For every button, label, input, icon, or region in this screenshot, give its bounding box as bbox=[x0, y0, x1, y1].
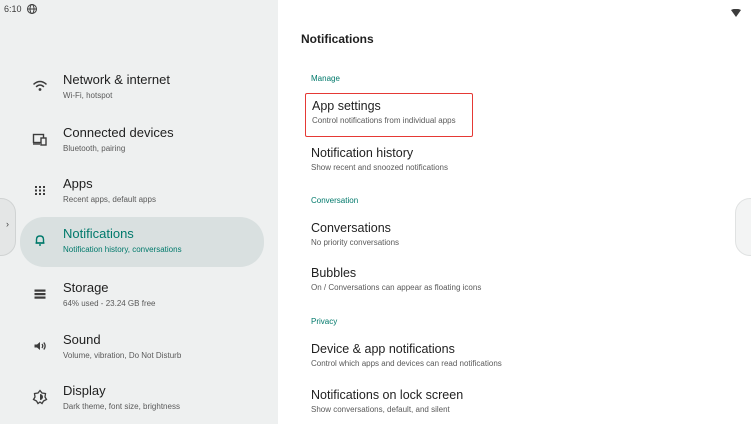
sidebar-item-storage[interactable]: Storage 64% used - 23.24 GB free bbox=[20, 271, 264, 321]
speaker-icon bbox=[32, 338, 48, 354]
sidebar-item-sublabel: Wi-Fi, hotspot bbox=[63, 91, 113, 100]
status-bar: 6:10 bbox=[0, 0, 751, 20]
row-subtitle: Control which apps and devices can read … bbox=[311, 359, 502, 368]
main-content: Notifications Manage App settings Contro… bbox=[278, 0, 751, 424]
right-edge-handle[interactable] bbox=[735, 198, 751, 256]
row-title: App settings bbox=[312, 99, 381, 113]
wifi-icon bbox=[32, 78, 48, 94]
row-subtitle: No priority conversations bbox=[311, 238, 400, 247]
settings-screen: Network & internet Wi-Fi, hotspot Connec… bbox=[0, 0, 751, 424]
section-header-privacy: Privacy bbox=[311, 317, 338, 326]
sidebar-item-sublabel: Bluetooth, pairing bbox=[63, 144, 126, 153]
apps-grid-icon bbox=[32, 182, 48, 198]
display-brightness-icon bbox=[32, 389, 48, 405]
sidebar-item-network[interactable]: Network & internet Wi-Fi, hotspot bbox=[20, 63, 264, 113]
sidebar-item-apps[interactable]: Apps Recent apps, default apps bbox=[20, 167, 264, 217]
sidebar-item-sublabel: Notification history, conversations bbox=[63, 245, 182, 254]
sidebar-item-label: Apps bbox=[63, 176, 93, 191]
notification-history-row[interactable]: Notification history Show recent and sno… bbox=[305, 141, 685, 181]
row-title: Bubbles bbox=[311, 266, 357, 280]
row-subtitle: Control notifications from individual ap… bbox=[312, 116, 456, 125]
section-header-conversation: Conversation bbox=[311, 196, 359, 205]
row-title: Conversations bbox=[311, 221, 391, 235]
left-edge-handle[interactable]: › bbox=[0, 198, 16, 256]
row-title: Notifications on lock screen bbox=[311, 388, 464, 402]
sidebar-item-label: Sound bbox=[63, 332, 101, 347]
chevron-right-icon: › bbox=[6, 219, 9, 229]
sidebar-item-sublabel: Dark theme, font size, brightness bbox=[63, 402, 180, 411]
sidebar-item-connected-devices[interactable]: Connected devices Bluetooth, pairing bbox=[20, 116, 264, 166]
vpn-globe-icon bbox=[26, 2, 38, 14]
sidebar: Network & internet Wi-Fi, hotspot Connec… bbox=[0, 0, 278, 424]
sidebar-item-label: Display bbox=[63, 383, 106, 398]
sidebar-item-notifications[interactable]: Notifications Notification history, conv… bbox=[20, 217, 264, 267]
bubbles-row[interactable]: Bubbles On / Conversations can appear as… bbox=[305, 261, 685, 301]
sidebar-item-label: Network & internet bbox=[63, 72, 170, 87]
sidebar-item-sublabel: 64% used - 23.24 GB free bbox=[63, 299, 156, 308]
sidebar-item-sublabel: Volume, vibration, Do Not Disturb bbox=[63, 351, 182, 360]
sidebar-item-label: Storage bbox=[63, 280, 109, 295]
sidebar-item-sound[interactable]: Sound Volume, vibration, Do Not Disturb bbox=[20, 323, 264, 373]
section-header-manage: Manage bbox=[311, 74, 340, 83]
bell-icon bbox=[32, 232, 48, 248]
sidebar-item-label: Notifications bbox=[63, 226, 134, 241]
lock-screen-notifications-row[interactable]: Notifications on lock screen Show conver… bbox=[305, 383, 685, 423]
device-app-notifications-row[interactable]: Device & app notifications Control which… bbox=[305, 337, 685, 377]
sidebar-item-label: Connected devices bbox=[63, 125, 174, 140]
page-title: Notifications bbox=[301, 32, 374, 46]
status-time: 6:10 bbox=[4, 4, 22, 14]
row-subtitle: On / Conversations can appear as floatin… bbox=[311, 283, 482, 292]
storage-icon bbox=[32, 286, 48, 302]
devices-icon bbox=[32, 131, 48, 147]
sidebar-item-sublabel: Recent apps, default apps bbox=[63, 195, 156, 204]
sidebar-item-display[interactable]: Display Dark theme, font size, brightnes… bbox=[20, 374, 264, 424]
row-title: Notification history bbox=[311, 146, 414, 160]
row-subtitle: Show conversations, default, and silent bbox=[311, 405, 450, 414]
row-subtitle: Show recent and snoozed notifications bbox=[311, 163, 448, 172]
app-settings-row[interactable]: App settings Control notifications from … bbox=[305, 93, 473, 137]
conversations-row[interactable]: Conversations No priority conversations bbox=[305, 216, 685, 256]
row-title: Device & app notifications bbox=[311, 342, 455, 356]
wifi-signal-icon bbox=[731, 4, 741, 17]
